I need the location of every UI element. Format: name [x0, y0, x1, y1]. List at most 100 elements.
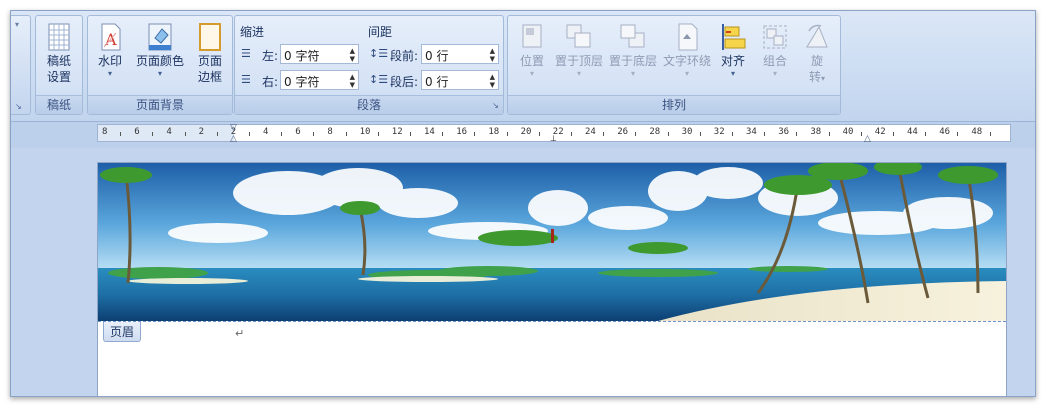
word-window: ▾ ↘ 稿纸 设置 稿纸 水印 ▾ 页面颜色 ▾ 页面 边框 页面背景 缩进 间… [0, 0, 1047, 408]
send-to-back-label: 置于底层 [608, 54, 657, 68]
group-paper: 稿纸 设置 稿纸 [35, 15, 83, 115]
ruler-tick-label: 4 [166, 127, 172, 137]
paper-setup-button[interactable]: 稿纸 设置 [38, 21, 80, 85]
spin-down-icon[interactable]: ▼ [350, 55, 355, 63]
spin-up-icon[interactable]: ▲ [490, 47, 495, 55]
left-indent-marker[interactable]: △ [230, 134, 237, 144]
spacing-before-input[interactable]: 0 行 ▲ ▼ [421, 44, 499, 64]
ruler-tick-label: 48 [971, 127, 983, 137]
ruler-tick-label: 32 [713, 127, 725, 137]
ruler-tick-mark [184, 132, 186, 136]
watermark-label: 水印 [97, 54, 122, 68]
spin-up-icon[interactable]: ▲ [490, 73, 495, 81]
spin-down-icon[interactable]: ▼ [350, 81, 355, 89]
watermark-icon: A [94, 21, 126, 53]
page-border-button[interactable]: 页面 边框 [192, 21, 228, 85]
indent-right-input[interactable]: 0 字符 ▲ ▼ [280, 70, 359, 90]
dialog-launcher-icon[interactable]: ↘ [491, 101, 500, 110]
first-line-indent-marker[interactable]: ▽ [230, 123, 237, 133]
ruler-tick-mark [828, 132, 830, 136]
text-wrap-label: 文字环绕 [662, 54, 711, 68]
ruler-tick-mark [152, 132, 154, 136]
chevron-down-icon: ▾ [821, 74, 826, 83]
send-to-back-button[interactable]: 置于底层 ▾ [607, 21, 659, 79]
align-icon [717, 21, 749, 53]
header-tab[interactable]: 页眉 [103, 322, 142, 342]
spin-down-icon[interactable]: ▼ [490, 81, 495, 89]
bring-to-front-label: 置于顶层 [554, 54, 603, 68]
ruler-tick-label: 46 [939, 127, 951, 137]
indent-right-label: 右: [262, 75, 279, 89]
group-paper-title: 稿纸 [36, 95, 82, 114]
ruler-tick-mark [506, 132, 508, 136]
horizontal-ruler[interactable]: 8 6 4 2 2 4 6 8 10 12 14 16 18 20 22 24 26 28 30 32 34 36 38 40… [97, 123, 1011, 144]
chevron-down-icon: ▾ [630, 69, 635, 78]
spacing-after-input[interactable]: 0 行 ▲ ▼ [421, 70, 499, 90]
spin-up-icon[interactable]: ▲ [350, 73, 355, 81]
indent-left-icon: ☰ [241, 47, 251, 60]
bring-to-front-icon [563, 21, 595, 53]
ribbon-prev-group-stub: ▾ ↘ [11, 15, 31, 115]
ruler-tick-mark [248, 132, 250, 136]
ruler-tick-label: 30 [681, 127, 693, 137]
spacing-before-icon: ↕☰ [369, 47, 389, 60]
ruler-tick-label: 40 [842, 127, 854, 137]
right-indent-marker[interactable]: △ [864, 134, 871, 144]
ruler-tick-mark [989, 132, 991, 136]
chevron-down-icon: ▾ [772, 69, 777, 78]
position-button[interactable]: 位置 ▾ [514, 21, 550, 79]
rotate-icon [801, 21, 833, 53]
ruler-tick-mark [120, 132, 122, 136]
header-beach-image[interactable] [98, 163, 1006, 321]
text-wrap-button[interactable]: 文字环绕 ▾ [661, 21, 713, 79]
ribbon: ▾ ↘ 稿纸 设置 稿纸 水印 ▾ 页面颜色 ▾ 页面 边框 页面背景 缩进 间… [11, 11, 1035, 122]
page-color-icon [144, 21, 176, 53]
ruler-tick-mark [925, 132, 927, 136]
indent-left-input[interactable]: 0 字符 ▲ ▼ [280, 44, 359, 64]
ruler-tick-label: 12 [391, 127, 403, 137]
indent-right-icon: ☰ [241, 73, 251, 86]
ruler-tick-mark [281, 132, 283, 136]
spacing-after-value: 0 行 [425, 75, 449, 89]
group-arrange-title: 排列 [508, 95, 840, 114]
ruler-tick-mark [731, 132, 733, 136]
spacing-after-label: 段后: [390, 75, 419, 89]
ruler-tick-mark [474, 132, 476, 136]
ruler-tick-label: 24 [585, 127, 596, 137]
spacing-label: 间距 [368, 25, 393, 39]
paper-setup-label: 稿纸 设置 [46, 54, 71, 84]
group-objects-button[interactable]: 组合 ▾ [757, 21, 793, 79]
group-objects-label: 组合 [762, 54, 787, 68]
ruler-tick-label: 36 [778, 127, 790, 137]
ruler-tick-mark [699, 132, 701, 136]
spacing-before-value: 0 行 [425, 49, 449, 63]
ruler-tick-label: 34 [746, 127, 757, 137]
indent-left-label: 左: [262, 49, 279, 63]
indent-left-row: ☰ 左: 0 字符 ▲ ▼ [241, 44, 367, 66]
page-color-button[interactable]: 页面颜色 ▾ [132, 21, 188, 79]
spin-up-icon[interactable]: ▲ [350, 47, 355, 55]
bring-to-front-button[interactable]: 置于顶层 ▾ [553, 21, 605, 79]
group-page-background: A 水印 ▾ 页面颜色 ▾ [87, 15, 233, 115]
dialog-launcher-icon[interactable]: ↘ [15, 102, 22, 111]
chevron-down-icon: ▾ [157, 69, 162, 78]
spacing-before-row: ↕☰ 段前: 0 行 ▲ ▼ [369, 44, 499, 66]
ruler-tick-label: 8 [102, 127, 108, 137]
spacing-after-row: ↕☰ 段后: 0 行 ▲ ▼ [369, 70, 499, 92]
align-button[interactable]: 对齐 ▾ [715, 21, 751, 79]
chevron-down-icon[interactable]: ▾ [15, 20, 19, 29]
center-tab-marker[interactable]: ⊥ [550, 134, 557, 143]
ruler-tick-mark [216, 132, 218, 136]
spin-down-icon[interactable]: ▼ [490, 55, 495, 63]
document-page[interactable]: 页眉 ↵ [97, 162, 1007, 396]
group-objects-icon [759, 21, 791, 53]
watermark-button[interactable]: A 水印 ▾ [92, 21, 128, 79]
chevron-down-icon: ▾ [684, 69, 689, 78]
ruler-tick-mark [957, 132, 959, 136]
indent-right-row: ☰ 右: 0 字符 ▲ ▼ [241, 70, 367, 92]
chevron-down-icon: ▾ [529, 69, 534, 78]
group-paragraph-title: 段落 [235, 95, 503, 114]
rotate-label-1: 旋 [810, 54, 823, 68]
ruler-tick-mark [667, 132, 669, 136]
rotate-button[interactable]: 旋 转▾ [799, 21, 835, 87]
